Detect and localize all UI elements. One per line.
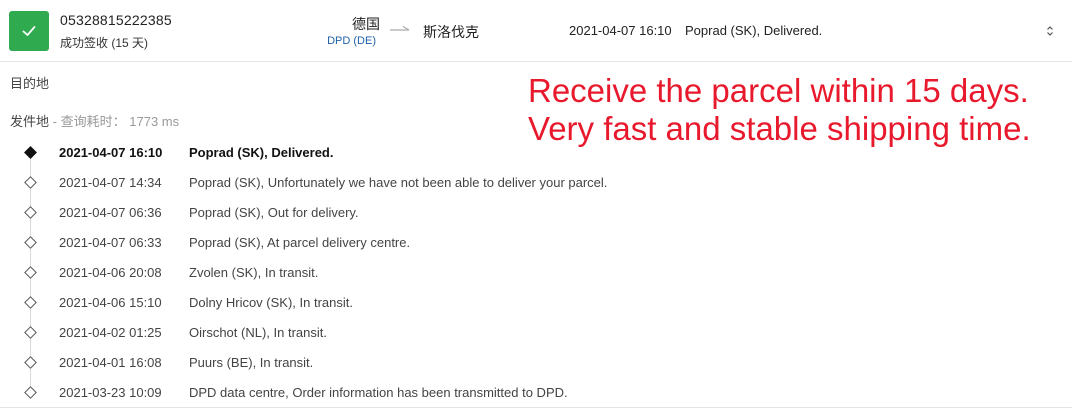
event-time: 2021-04-02 01:25 bbox=[59, 325, 162, 340]
origin-section-label: 发件地 bbox=[10, 114, 50, 129]
event-time: 2021-04-07 06:33 bbox=[59, 235, 162, 250]
event-time: 2021-04-07 16:10 bbox=[59, 145, 163, 160]
event-time: 2021-04-06 15:10 bbox=[59, 295, 162, 310]
tracking-event: 2021-04-07 14:34 Poprad (SK), Unfortunat… bbox=[0, 173, 1072, 193]
destination-section-label: 目的地 bbox=[10, 76, 50, 91]
query-time-value: 1773 ms bbox=[129, 114, 180, 129]
annotation-overlay: Receive the parcel within 15 days. Very … bbox=[528, 72, 1031, 148]
event-time: 2021-04-01 16:08 bbox=[59, 355, 162, 370]
destination-country: 斯洛伐克 bbox=[423, 24, 479, 40]
event-description: Puurs (BE), In transit. bbox=[189, 355, 314, 370]
tracking-event: 2021-04-07 16:10 Poprad (SK), Delivered. bbox=[0, 143, 1072, 163]
tracking-number: 05328815222385 bbox=[60, 12, 172, 28]
route-arrow-icon bbox=[390, 25, 410, 31]
chevron-up-down-icon bbox=[1047, 26, 1053, 36]
event-time: 2021-04-07 06:36 bbox=[59, 205, 162, 220]
timeline-diamond-icon bbox=[24, 296, 37, 309]
event-description: Poprad (SK), Unfortunately we have not b… bbox=[189, 175, 608, 190]
timeline-diamond-icon bbox=[24, 206, 37, 219]
origin-separator: - bbox=[52, 114, 57, 129]
event-time: 2021-04-07 14:34 bbox=[59, 175, 162, 190]
delivery-status-text: 成功签收 (15 天) bbox=[60, 36, 149, 50]
event-description: Zvolen (SK), In transit. bbox=[189, 265, 319, 280]
tracking-event: 2021-04-07 06:36 Poprad (SK), Out for de… bbox=[0, 203, 1072, 223]
timeline-diamond-icon bbox=[24, 356, 37, 369]
event-time: 2021-04-06 20:08 bbox=[59, 265, 162, 280]
timeline-diamond-icon bbox=[24, 326, 37, 339]
tracking-event: 2021-04-02 01:25 Oirschot (NL), In trans… bbox=[0, 323, 1072, 343]
event-time: 2021-03-23 10:09 bbox=[59, 385, 162, 400]
origin-country: 德国 bbox=[352, 16, 380, 32]
event-description: DPD data centre, Order information has b… bbox=[189, 385, 568, 400]
event-description: Dolny Hricov (SK), In transit. bbox=[189, 295, 353, 310]
delivered-status-badge bbox=[9, 11, 49, 51]
shipment-header[interactable]: 05328815222385 成功签收 (15 天) 德国 DPD (DE) 斯… bbox=[0, 0, 1072, 62]
event-description: Poprad (SK), At parcel delivery centre. bbox=[189, 235, 411, 250]
tracking-event: 2021-03-23 10:09 DPD data centre, Order … bbox=[0, 383, 1072, 403]
latest-event-time: 2021-04-07 16:10 bbox=[569, 23, 672, 38]
latest-event-description: Poprad (SK), Delivered. bbox=[685, 23, 823, 38]
tracking-event: 2021-04-01 16:08 Puurs (BE), In transit. bbox=[0, 353, 1072, 373]
timeline-diamond-icon bbox=[24, 176, 37, 189]
event-description: Oirschot (NL), In transit. bbox=[189, 325, 327, 340]
collapse-toggle-button[interactable] bbox=[1042, 22, 1058, 40]
check-icon bbox=[22, 26, 36, 36]
timeline-diamond-icon bbox=[24, 266, 37, 279]
query-time-label: 查询耗时： bbox=[60, 114, 126, 129]
timeline-diamond-icon bbox=[24, 146, 37, 159]
timeline-diamond-icon bbox=[24, 236, 37, 249]
annotation-line-1: Receive the parcel within 15 days. bbox=[528, 72, 1029, 109]
event-description: Poprad (SK), Delivered. bbox=[189, 145, 334, 160]
carrier-link[interactable]: DPD (DE) bbox=[300, 35, 376, 47]
tracking-event: 2021-04-07 06:33 Poprad (SK), At parcel … bbox=[0, 233, 1072, 253]
tracking-event: 2021-04-06 15:10 Dolny Hricov (SK), In t… bbox=[0, 293, 1072, 313]
event-description: Poprad (SK), Out for delivery. bbox=[189, 205, 359, 220]
bottom-divider bbox=[0, 407, 1072, 408]
origin-section-row: 发件地 - 查询耗时： 1773 ms bbox=[10, 111, 179, 130]
timeline-diamond-icon bbox=[24, 386, 37, 399]
tracking-event: 2021-04-06 20:08 Zvolen (SK), In transit… bbox=[0, 263, 1072, 283]
